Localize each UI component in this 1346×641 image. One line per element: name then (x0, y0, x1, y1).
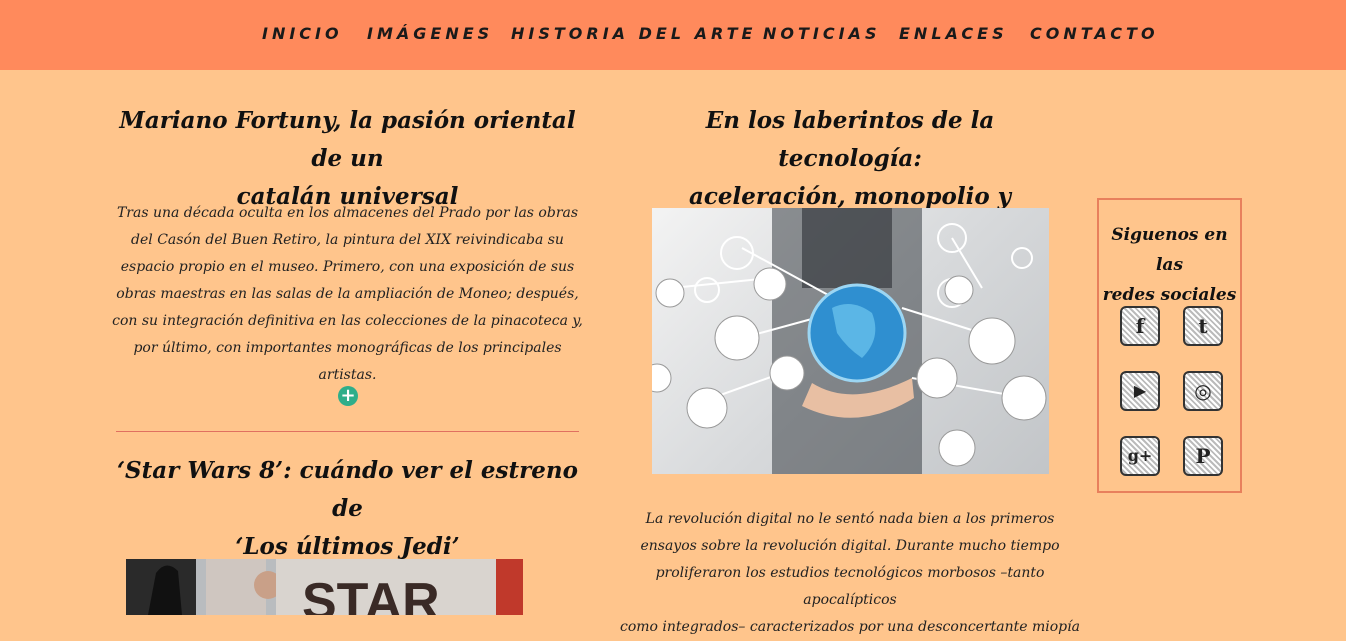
article-divider (116, 431, 579, 432)
excerpt-line: con su integración definitiva en las col… (112, 313, 583, 329)
network-illustration (652, 208, 1047, 474)
title-line: En los laberintos de la tecnología: (705, 107, 995, 172)
technology-network-image[interactable] (652, 208, 1049, 474)
excerpt-line: por último, con importantes monográficas… (133, 340, 562, 383)
top-navigation-bar: INICIO IMÁGENES HISTORIA DEL ARTE NOTICI… (0, 0, 1346, 70)
social-media-box: Siguenos en las redes sociales f t ▶ ◎ g… (1097, 198, 1242, 493)
poster-star-text: STAR (302, 573, 440, 615)
excerpt-line: proliferaron los estudios tecnológicos m… (655, 565, 1045, 608)
article-starwars-title[interactable]: ‘Star Wars 8’: cuándo ver el estreno de … (116, 452, 579, 566)
youtube-icon[interactable]: ▶ (1120, 371, 1160, 411)
nav-historia-del-arte[interactable]: HISTORIA DEL ARTE (511, 24, 756, 43)
instagram-icon[interactable]: ◎ (1183, 371, 1223, 411)
tumblr-icon[interactable]: t (1183, 306, 1223, 346)
excerpt-line: Tras una década oculta en los almacenes … (116, 205, 579, 221)
title-line: ‘Star Wars 8’: cuándo ver el estreno de (117, 457, 578, 522)
excerpt-line: La revolución digital no le sentó nada b… (645, 511, 1055, 527)
title-line: Siguenos en las (1111, 225, 1228, 275)
article-tecnologia-excerpt: La revolución digital no le sentó nada b… (610, 506, 1090, 641)
excerpt-line: espacio propio en el museo. Primero, con… (120, 259, 575, 275)
excerpt-line: del Casón del Buen Retiro, la pintura de… (131, 232, 564, 248)
excerpt-line: como integrados– caracterizados por una … (620, 619, 1080, 635)
nav-enlaces[interactable]: ENLACES (899, 24, 1008, 43)
facebook-icon[interactable]: f (1120, 306, 1160, 346)
social-box-title: Siguenos en las redes sociales (1099, 220, 1240, 310)
article-fortuny-title[interactable]: Mariano Fortuny, la pasión oriental de u… (116, 102, 579, 216)
nav-imagenes[interactable]: IMÁGENES (367, 24, 493, 43)
title-line: Mariano Fortuny, la pasión oriental de u… (119, 107, 576, 172)
article-fortuny-excerpt: Tras una década oculta en los almacenes … (106, 200, 589, 389)
starwars-poster-image[interactable]: STAR (126, 559, 523, 615)
starwars-poster-graphic: STAR (126, 559, 523, 615)
nav-noticias[interactable]: NOTICIAS (763, 24, 880, 43)
googleplus-icon[interactable]: g+ (1120, 436, 1160, 476)
nav-inicio[interactable]: INICIO (262, 24, 343, 43)
excerpt-line: ensayos sobre la revolución digital. Dur… (640, 538, 1060, 554)
read-more-plus-icon[interactable]: + (338, 386, 358, 406)
nav-contacto[interactable]: CONTACTO (1030, 24, 1159, 43)
pinterest-icon[interactable]: P (1183, 436, 1223, 476)
excerpt-line: obras maestras en las salas de la amplia… (116, 286, 579, 302)
